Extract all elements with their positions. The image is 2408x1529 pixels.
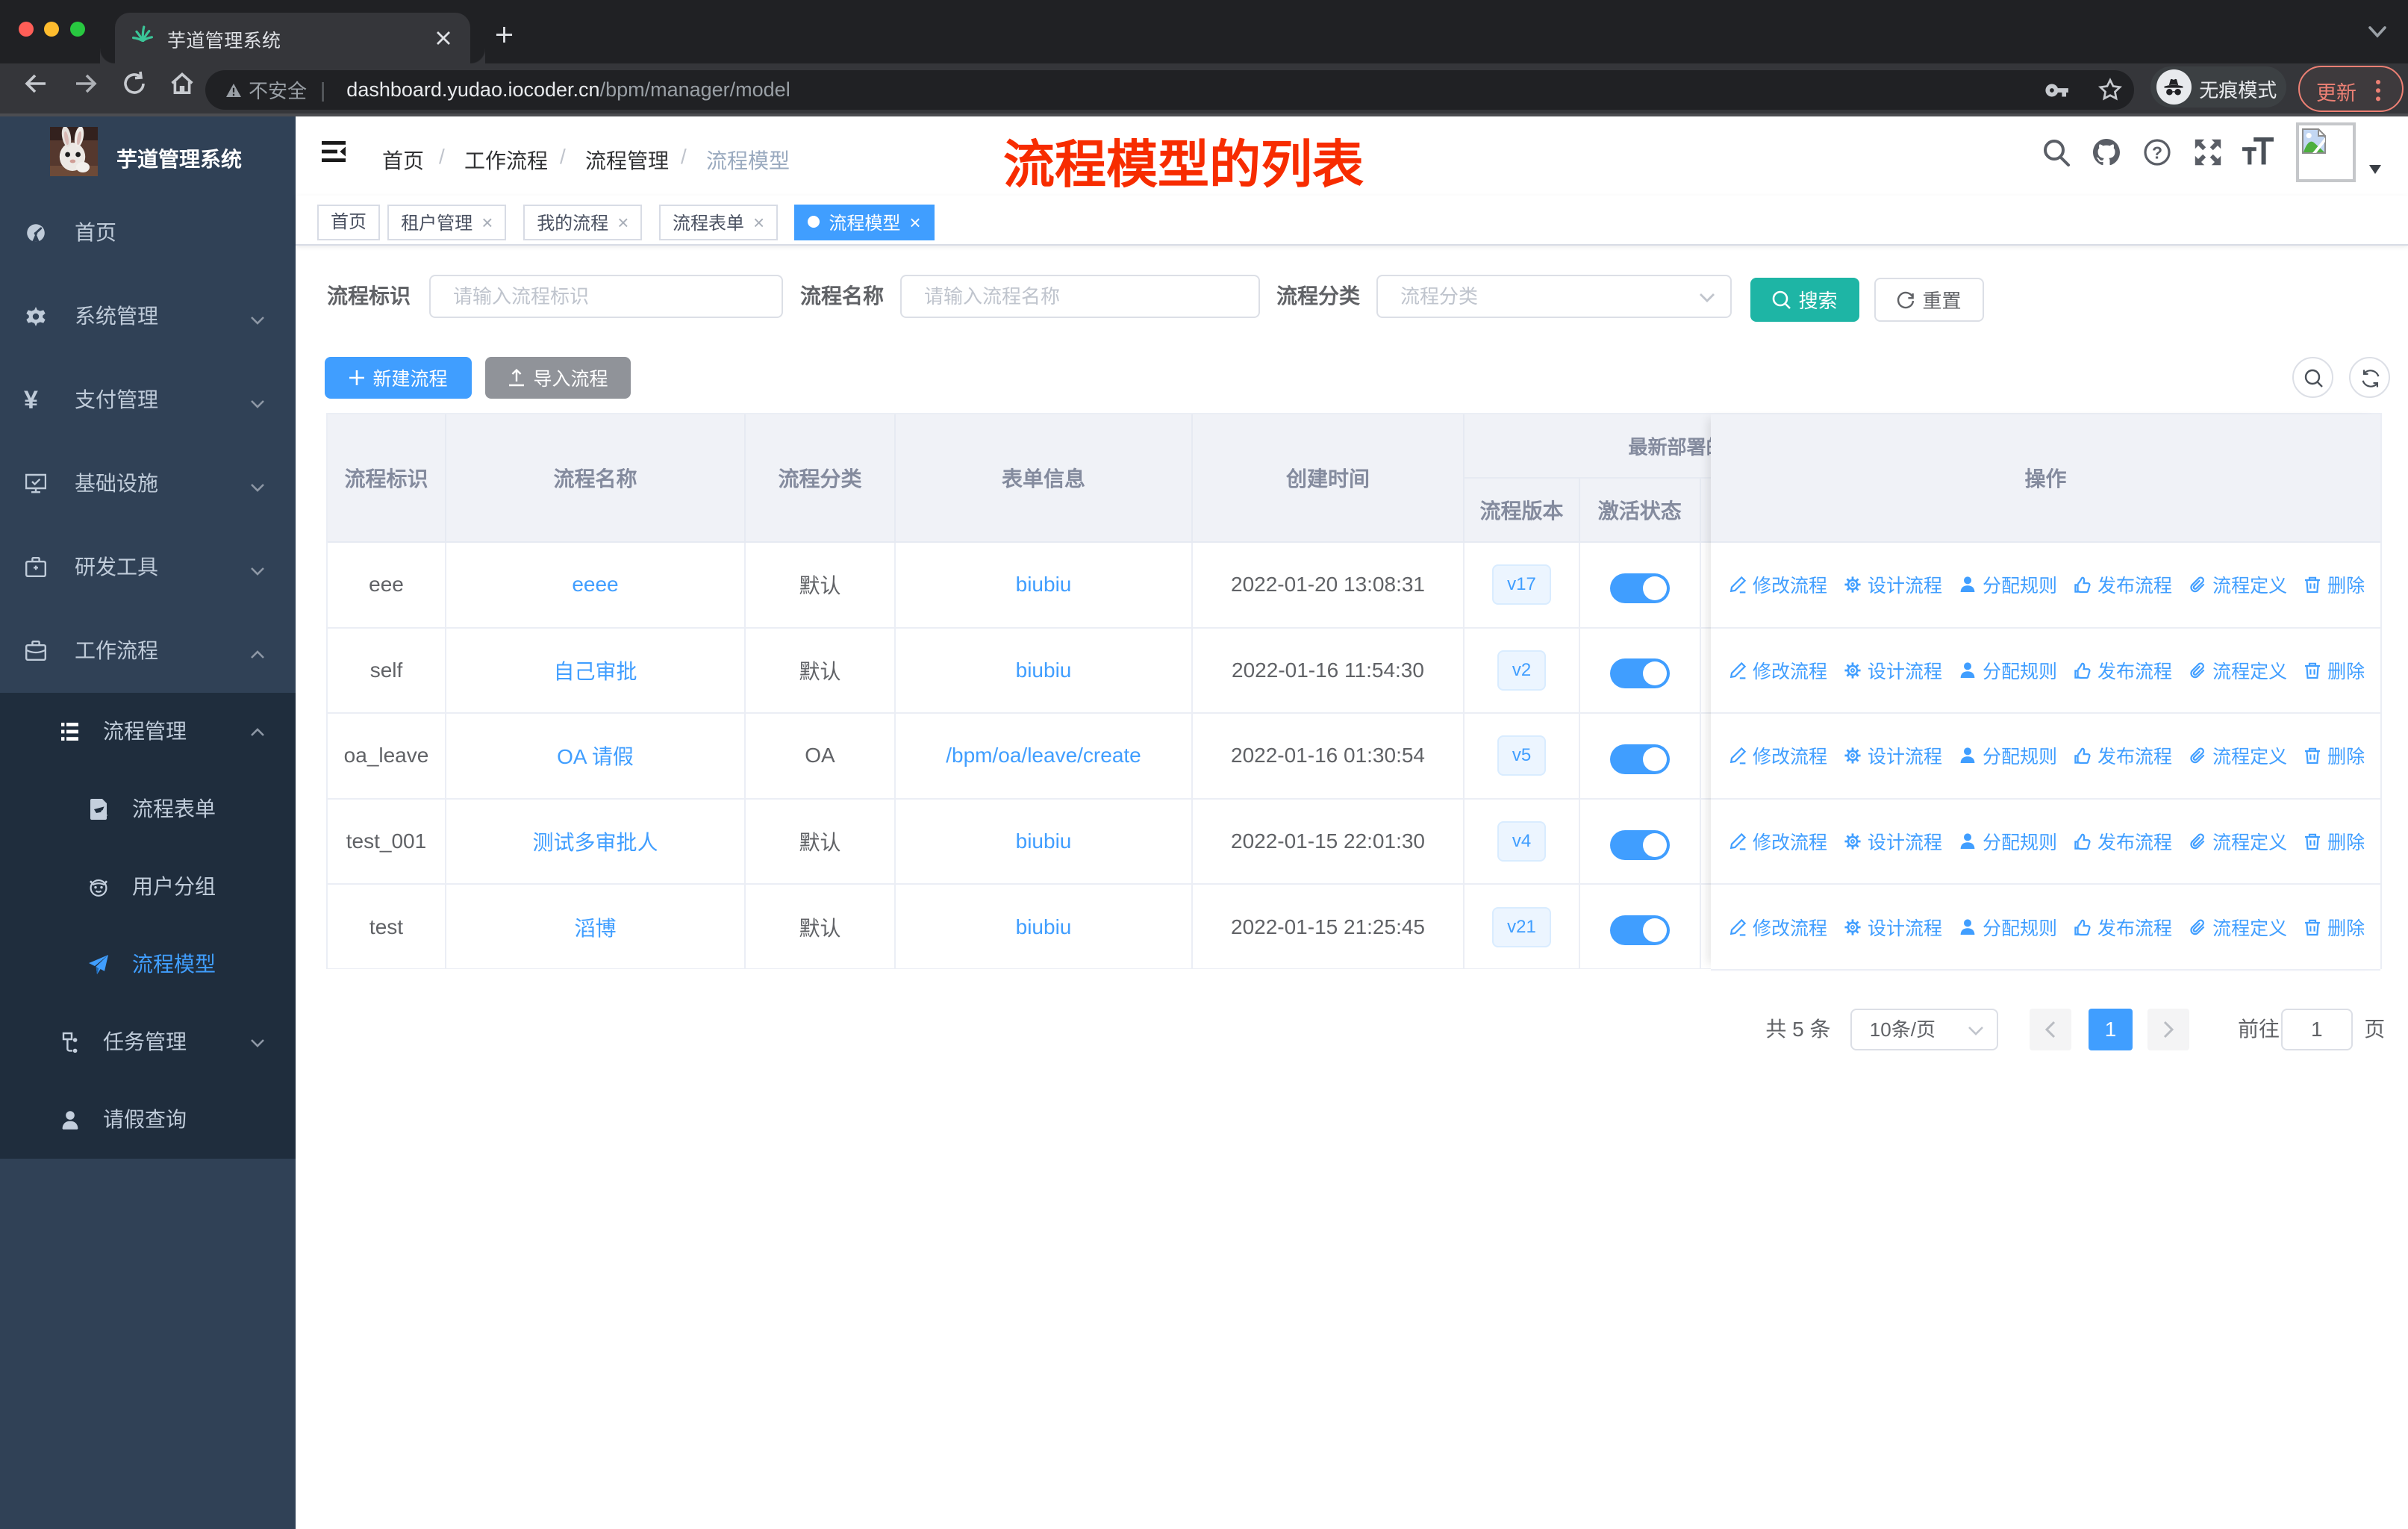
svg-text:?: ? — [2152, 143, 2162, 162]
